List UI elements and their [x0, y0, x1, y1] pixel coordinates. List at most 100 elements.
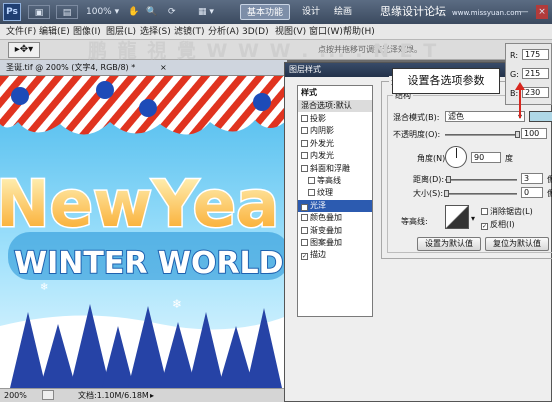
bridge-icon[interactable]: ▣ — [28, 5, 50, 19]
angle-label: 角度(N): — [417, 154, 448, 163]
angle-field[interactable]: 90 — [471, 152, 501, 163]
blend-mode-label: 混合模式(B): — [393, 113, 440, 122]
zoom-readout[interactable]: 200% — [4, 389, 27, 402]
effect-label: 光泽 — [310, 200, 326, 210]
contour-label: 等高线: — [401, 217, 428, 226]
watermark-forum-text: 思缘设计论坛 — [380, 5, 446, 18]
effect-item-5[interactable]: 等高线 — [298, 175, 372, 187]
angle-dial-needle — [456, 148, 457, 158]
angle-dial[interactable] — [445, 146, 467, 168]
effect-label: 内阴影 — [310, 126, 334, 136]
contour-dropdown-icon[interactable]: ▾ — [471, 213, 475, 224]
blend-mode-value: 滤色 — [448, 112, 464, 121]
status-menu-icon[interactable] — [42, 390, 54, 400]
effect-label: 斜面和浮雕 — [310, 163, 350, 173]
invert-box[interactable]: ✓ — [481, 223, 488, 230]
size-slider[interactable] — [445, 193, 517, 195]
document-tab-title: 圣诞.tif @ 200% (文字4, RGB/8) * — [6, 63, 136, 72]
reset-default-button[interactable]: 复位为默认值 — [485, 237, 549, 251]
antialias-checkbox[interactable]: 消除锯齿(L) — [481, 206, 533, 217]
effect-checkbox[interactable]: ✓ — [301, 203, 308, 211]
distance-field[interactable]: 3 — [521, 173, 543, 184]
effect-label: 渐变叠加 — [310, 225, 342, 235]
distance-label: 距离(D): — [413, 175, 445, 184]
distance-unit: 像 — [547, 175, 552, 184]
invert-checkbox[interactable]: ✓ 反相(I) — [481, 219, 515, 230]
minimize-button[interactable]: — — [518, 5, 530, 19]
hand-tool-icon[interactable]: ✋ — [128, 5, 139, 19]
opacity-slider-handle[interactable] — [515, 131, 520, 138]
r-value[interactable]: 175 — [522, 49, 549, 60]
status-arrow-icon[interactable]: ▸ — [150, 389, 154, 402]
move-tool-preset-icon[interactable]: ▸✥▾ — [8, 42, 40, 58]
g-value[interactable]: 215 — [522, 68, 549, 79]
effect-checkbox[interactable] — [308, 189, 315, 197]
effect-checkbox[interactable] — [301, 214, 308, 222]
size-slider-handle[interactable] — [444, 190, 449, 197]
close-button[interactable]: × — [536, 5, 548, 19]
workspace-painting-tab[interactable]: 绘画 — [328, 4, 358, 20]
effect-label: 外发光 — [310, 138, 334, 148]
effect-item-3[interactable]: 内发光 — [298, 150, 372, 162]
art-new-year-text: NewYea — [0, 168, 279, 242]
effect-item-10[interactable]: 图案叠加 — [298, 237, 372, 249]
photoshop-logo: Ps — [3, 3, 21, 21]
menu-file[interactable]: 文件(F) — [6, 24, 36, 40]
arrange-documents-icon[interactable]: ▦ ▾ — [198, 5, 214, 19]
art-winter-world-text: WINTER WORLD — [14, 246, 284, 281]
effect-item-11[interactable]: ✓ 描边 — [298, 249, 372, 261]
opacity-slider[interactable] — [445, 134, 519, 136]
effect-item-8[interactable]: 颜色叠加 — [298, 212, 372, 224]
effect-label: 描边 — [310, 250, 326, 260]
effect-item-6[interactable]: 纹理 — [298, 187, 372, 199]
watermark-text: 鹏 龍 視 覺 W W W . ... . N E T — [88, 40, 439, 62]
menu-edit[interactable]: 编辑(E) — [39, 24, 70, 40]
document-canvas[interactable]: NewYea WINTER WORLD ❄ ❄ — [0, 76, 287, 388]
effect-item-2[interactable]: 外发光 — [298, 138, 372, 150]
effect-checkbox[interactable] — [301, 152, 308, 160]
effect-item-9[interactable]: 渐变叠加 — [298, 225, 372, 237]
effect-item-1[interactable]: 内阴影 — [298, 125, 372, 137]
opacity-field[interactable]: 100 — [521, 128, 547, 139]
workspace-essentials-button[interactable]: 基本功能 — [240, 4, 290, 20]
effect-item-0[interactable]: 投影 — [298, 113, 372, 125]
effect-checkbox[interactable] — [301, 139, 308, 147]
invert-label: 反相(I) — [490, 220, 515, 229]
annotation-arrow-icon — [515, 82, 525, 118]
effect-label: 颜色叠加 — [310, 213, 342, 223]
mini-bridge-icon[interactable]: ▤ — [56, 5, 78, 19]
make-default-button[interactable]: 设置为默认值 — [417, 237, 481, 251]
effect-label: 纹理 — [317, 188, 333, 198]
effect-checkbox[interactable] — [308, 177, 315, 184]
document-tab-close-icon[interactable]: × — [160, 60, 167, 76]
document-size-info: 文档:1.10M/6.18M — [78, 391, 149, 400]
effect-checkbox[interactable]: ✓ — [301, 253, 308, 261]
effect-checkbox[interactable] — [301, 239, 308, 246]
effect-checkbox[interactable] — [301, 115, 308, 122]
styles-header[interactable]: 样式 — [298, 87, 372, 99]
title-bar: Ps ▣ ▤ 100% ▾ ✋ 🔍 ⟳ ▦ ▾ 基本功能 设计 绘画 思缘设计论… — [0, 0, 552, 24]
effect-checkbox[interactable] — [301, 127, 308, 135]
workspace-design-tab[interactable]: 设计 — [296, 4, 326, 20]
blending-options-item[interactable]: 混合选项:默认 — [298, 100, 372, 113]
size-field[interactable]: 0 — [521, 187, 543, 198]
svg-text:❄: ❄ — [40, 282, 48, 293]
rotate-view-icon[interactable]: ⟳ — [168, 5, 176, 19]
document-tab[interactable]: 圣诞.tif @ 200% (文字4, RGB/8) * × — [0, 60, 287, 76]
effect-checkbox[interactable] — [301, 164, 308, 172]
distance-slider-handle[interactable] — [446, 176, 451, 183]
zoom-tool-icon[interactable]: 🔍 — [146, 5, 157, 19]
antialias-box[interactable] — [481, 208, 488, 215]
contour-preview[interactable] — [445, 205, 469, 229]
watermark-url-text: www.missyuan.com — [452, 9, 522, 17]
size-label: 大小(S): — [413, 189, 444, 198]
effect-item-7[interactable]: ✓ 光泽 — [298, 199, 372, 213]
effect-checkbox[interactable] — [301, 226, 308, 234]
styles-list: 样式 混合选项:默认 投影 内阴影 外发光 内发光 斜面和浮雕 等高线 纹理 ✓ 光泽 颜色叠加渐… — [297, 85, 373, 317]
size-unit: 像 — [547, 189, 552, 198]
angle-unit: 度 — [505, 154, 513, 163]
antialias-label: 消除锯齿(L) — [490, 207, 533, 216]
distance-slider[interactable] — [445, 179, 517, 181]
zoom-level-dropdown[interactable]: 100% ▾ — [86, 5, 119, 19]
effect-item-4[interactable]: 斜面和浮雕 — [298, 163, 372, 175]
